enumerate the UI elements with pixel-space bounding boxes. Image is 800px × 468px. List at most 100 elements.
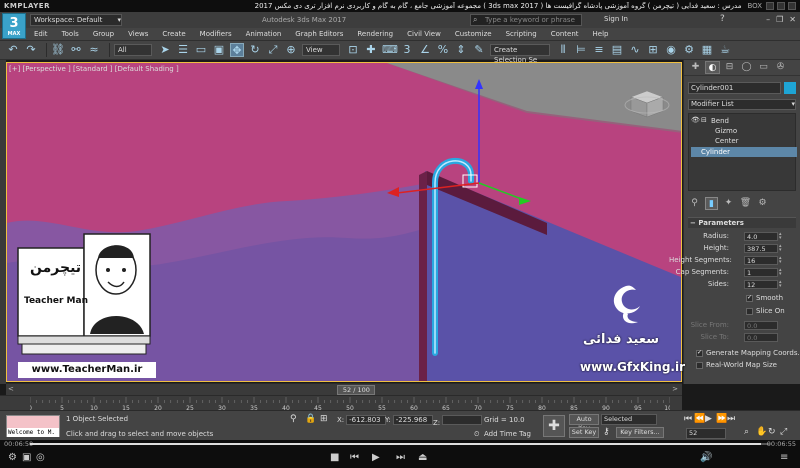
motion-tab-icon[interactable]: ◯ — [739, 61, 754, 74]
player-prev-icon[interactable]: ⏮ — [350, 452, 359, 463]
key-icon[interactable]: ⚷ — [603, 427, 610, 437]
modify-tab-icon[interactable]: ◐ — [705, 61, 720, 74]
close-icon[interactable] — [788, 2, 796, 10]
bind-space-warp-icon[interactable]: ≈ — [87, 43, 101, 57]
pivot-center-icon[interactable]: ⊡ — [346, 43, 360, 57]
menu-views[interactable]: Views — [128, 30, 148, 38]
player-settings-icon[interactable]: ⚙ — [8, 452, 17, 463]
slice-on-checkbox-row[interactable]: Slice On — [746, 307, 785, 315]
show-end-result-icon[interactable]: ▮ — [705, 197, 718, 210]
key-filters-button[interactable]: Key Filters... — [616, 427, 664, 438]
go-to-start-icon[interactable]: ⏮ — [684, 414, 692, 424]
menu-customize[interactable]: Customize — [455, 30, 492, 38]
player-next-icon[interactable]: ⏭ — [396, 452, 405, 463]
minimize-icon[interactable]: – — [766, 15, 770, 24]
restore-icon[interactable]: ❐ — [776, 15, 783, 24]
maximize-viewport-icon[interactable]: ⤢ — [780, 427, 787, 437]
display-tab-icon[interactable]: ▭ — [756, 61, 771, 74]
place-icon[interactable]: ⊕ — [284, 43, 298, 57]
rect-selection-icon[interactable]: ▭ — [194, 43, 208, 57]
menu-animation[interactable]: Animation — [246, 30, 282, 38]
menu-modifiers[interactable]: Modifiers — [200, 30, 232, 38]
keyboard-shortcut-icon[interactable]: ⌨ — [382, 43, 398, 57]
create-tab-icon[interactable]: ✚ — [688, 61, 703, 74]
sides-field[interactable]: 12 — [744, 280, 778, 289]
player-play-icon[interactable]: ▶ — [372, 452, 380, 463]
slice-to-field[interactable]: 0.0 — [744, 333, 778, 342]
set-key-button[interactable]: Set Key — [569, 427, 599, 438]
player-3d-icon[interactable]: ▣ — [22, 452, 31, 463]
percent-snap-icon[interactable]: % — [436, 43, 450, 57]
auto-key-button[interactable]: Auto Key — [569, 414, 599, 432]
player-eject-icon[interactable]: ⏏ — [418, 452, 427, 463]
menu-civil-view[interactable]: Civil View — [407, 30, 441, 38]
named-selection-dropdown[interactable]: Create Selection Se — [490, 44, 550, 64]
menu-group[interactable]: Group — [93, 30, 114, 38]
select-manipulate-icon[interactable]: ✚ — [364, 43, 378, 57]
remove-modifier-icon[interactable]: 🗑 — [739, 197, 752, 210]
z-field[interactable] — [442, 415, 483, 425]
player-stop-icon[interactable]: ■ — [330, 452, 339, 463]
align-icon[interactable]: ⊨ — [574, 43, 588, 57]
spinner-icon[interactable]: ▴ ▾ — [779, 256, 785, 265]
configure-sets-icon[interactable]: ⚙ — [756, 197, 769, 210]
selected-dropdown[interactable]: Selected — [601, 414, 657, 425]
pan-icon[interactable]: ✋ — [756, 427, 767, 437]
zoom-icon[interactable]: ⌕ — [744, 427, 749, 437]
maxscript-welcome[interactable]: Welcome to M. — [7, 428, 59, 437]
spinner-icon[interactable]: ▴ ▾ — [779, 232, 785, 241]
layer-explorer-icon[interactable]: ≡ — [592, 43, 606, 57]
time-slider[interactable]: < 52 / 100 > — [6, 383, 682, 395]
curve-editor-icon[interactable]: ∿ — [628, 43, 642, 57]
select-by-name-icon[interactable]: ☰ — [176, 43, 190, 57]
redo-icon[interactable]: ↷ — [24, 43, 38, 57]
slice-from-field[interactable]: 0.0 — [744, 321, 778, 330]
stack-item-cylinder[interactable]: Cylinder — [691, 147, 797, 157]
x-field[interactable]: -612.803 — [346, 415, 387, 425]
key-mode-toggle[interactable]: ✚ — [543, 415, 565, 437]
sign-in-button[interactable]: Sign In — [604, 15, 628, 23]
player-seek-track[interactable] — [30, 443, 770, 445]
rotate-icon[interactable]: ↻ — [248, 43, 262, 57]
menu-create[interactable]: Create — [162, 30, 185, 38]
play-icon[interactable]: ▶ — [705, 414, 712, 424]
slice-on-checkbox[interactable] — [746, 307, 753, 315]
undo-icon[interactable]: ↶ — [6, 43, 20, 57]
rendered-frame-icon[interactable]: ▦ — [700, 43, 714, 57]
scene-explorer-icon[interactable]: ▤ — [610, 43, 624, 57]
height-field[interactable]: 387.5 — [744, 244, 778, 253]
lock-icon[interactable]: 🔒 — [305, 414, 316, 424]
link-icon[interactable]: ⛓ — [51, 43, 65, 57]
prev-frame-icon[interactable]: < — [8, 385, 14, 393]
unlink-icon[interactable]: ⚯ — [69, 43, 83, 57]
time-tag-icon[interactable]: ⏲ — [474, 430, 479, 439]
y-field[interactable]: -225.968 — [392, 415, 433, 425]
stack-item-bend[interactable]: Bend — [711, 117, 729, 125]
menu-help[interactable]: Help — [593, 30, 609, 38]
edit-named-sets-icon[interactable]: ✎ — [472, 43, 486, 57]
mirror-icon[interactable]: ⫴ — [556, 43, 570, 57]
trackbar[interactable]: 0510152025303540455055606570758085909510… — [0, 395, 682, 411]
make-unique-icon[interactable]: ✦ — [722, 197, 735, 210]
spinner-snap-icon[interactable]: ⇕ — [454, 43, 468, 57]
menu-graph-editors[interactable]: Graph Editors — [295, 30, 343, 38]
player-menu-icon[interactable]: ≡ — [780, 452, 788, 463]
stack-item-gizmo[interactable]: Gizmo — [715, 127, 737, 135]
search-input[interactable]: Type a keyword or phrase — [470, 14, 582, 26]
real-world-checkbox-row[interactable]: Real-World Map Size — [696, 361, 777, 369]
reference-coord-dropdown[interactable]: View — [302, 44, 340, 56]
help-icon[interactable]: ? — [720, 14, 725, 24]
radius-field[interactable]: 4.0 — [744, 232, 778, 241]
scale-icon[interactable]: ⤢ — [266, 43, 280, 57]
object-name-field[interactable]: Cylinder001 — [688, 82, 781, 94]
menu-scripting[interactable]: Scripting — [506, 30, 537, 38]
material-editor-icon[interactable]: ◉ — [664, 43, 678, 57]
window-crossing-icon[interactable]: ▣ — [212, 43, 226, 57]
close-icon[interactable]: ✕ — [789, 15, 796, 24]
absolute-mode-icon[interactable]: ⊞ — [320, 414, 328, 424]
snaps-toggle-icon[interactable]: 3 — [400, 43, 414, 57]
stack-item-center[interactable]: Center — [715, 137, 739, 145]
menu-content[interactable]: Content — [551, 30, 579, 38]
workspace-dropdown[interactable]: Workspace: Default ▾ — [30, 14, 122, 26]
hierarchy-tab-icon[interactable]: ⊟ — [722, 61, 737, 74]
